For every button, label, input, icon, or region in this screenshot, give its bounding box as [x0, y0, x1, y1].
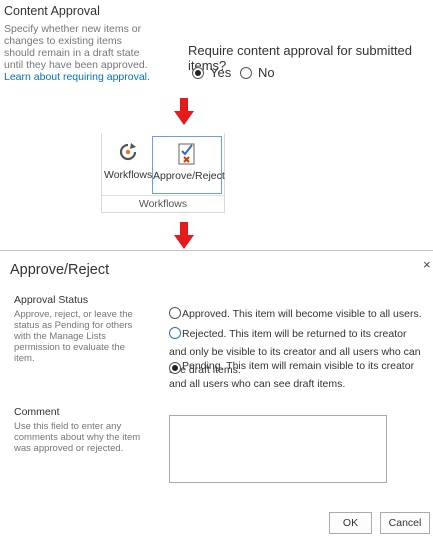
content-approval-description: Specify whether new items or changes to … [4, 23, 154, 83]
cancel-button[interactable]: Cancel [380, 512, 430, 534]
workflows-icon [119, 143, 137, 161]
workflows-label: Workflows [104, 169, 153, 181]
content-approval-title: Content Approval [4, 4, 100, 18]
approval-status-title: Approval Status [14, 294, 89, 306]
ribbon-divider [102, 195, 224, 196]
approval-no-option[interactable]: No [240, 65, 275, 80]
pending-radio[interactable] [169, 362, 181, 374]
approval-status-description: Approve, reject, or leave the status as … [14, 309, 133, 364]
learn-more-link[interactable]: Learn about requiring approval. [4, 71, 150, 83]
down-arrow-icon [174, 98, 194, 126]
yes-label: Yes [210, 65, 232, 80]
approve-reject-label: Approve/Reject [153, 170, 225, 182]
ribbon-group-label: Workflows [138, 198, 188, 210]
dialog-title: Approve/Reject [10, 262, 110, 278]
content-approval-description-text: Specify whether new items or changes to … [4, 23, 148, 71]
close-icon[interactable]: × [423, 257, 431, 272]
approve-reject-button[interactable]: Approve/Reject [152, 136, 225, 194]
yes-radio[interactable] [192, 66, 204, 79]
pending-option[interactable]: Pending. This item will remain visible t… [169, 357, 424, 393]
approve-reject-icon [178, 143, 195, 165]
down-arrow-icon [174, 222, 194, 250]
approved-radio[interactable] [169, 307, 181, 319]
rejected-radio[interactable] [169, 327, 181, 339]
comment-title: Comment [14, 406, 60, 418]
approval-yes-option[interactable]: Yes [192, 65, 231, 80]
no-label: No [258, 65, 275, 80]
dialog-top-border [0, 250, 433, 251]
approved-option[interactable]: Approved. This item will become visible … [169, 305, 422, 323]
pending-label: Pending. This item will remain visible t… [169, 360, 415, 390]
no-radio[interactable] [240, 66, 252, 79]
ok-button[interactable]: OK [329, 512, 372, 534]
comment-textarea[interactable] [169, 415, 387, 483]
workflows-button[interactable]: Workflows [104, 140, 152, 184]
comment-description: Use this field to enter any comments abo… [14, 421, 141, 454]
approved-label: Approved. This item will become visible … [182, 308, 422, 320]
